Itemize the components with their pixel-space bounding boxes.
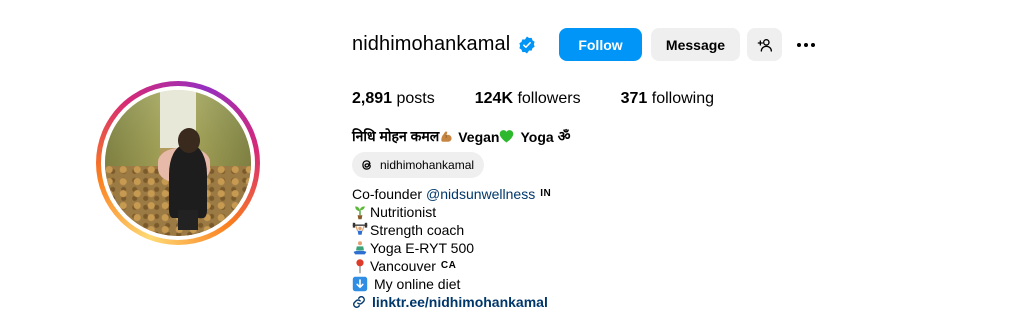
flag-canada: CA (440, 260, 457, 271)
avatar-person-head (178, 127, 200, 153)
full-name-yoga: Yoga (520, 128, 554, 145)
profile-header-row: nidhimohankamal (352, 28, 536, 61)
avatar-gap (101, 86, 255, 240)
more-options-icon (797, 42, 815, 47)
weightlifter-icon (352, 222, 368, 235)
bio-diet-line: My online diet (352, 275, 551, 293)
add-person-icon (757, 38, 772, 52)
flexed-biceps-icon (441, 131, 452, 142)
profile-stats: 2,891 posts 124K followers 371 following (352, 90, 754, 108)
person-in-lotus-icon (353, 241, 367, 255)
story-ring[interactable] (96, 81, 260, 245)
following-count: 371 (620, 90, 648, 107)
message-button[interactable]: Message (651, 28, 740, 61)
follow-button[interactable]: Follow (559, 28, 642, 61)
link-icon (353, 296, 365, 308)
more-options-button[interactable] (792, 28, 820, 61)
bio-nutritionist-line: Nutritionist (352, 203, 551, 221)
full-name-hindi: निधि मोहन कमल (352, 128, 440, 144)
threads-icon (362, 160, 371, 170)
suggested-users-button[interactable] (747, 28, 782, 61)
bio-cofounder-prefix: Co-founder (352, 186, 423, 202)
seedling-icon (355, 206, 365, 220)
avatar-person-legs (178, 209, 199, 231)
posts-label: posts (396, 90, 435, 107)
threads-handle: nidhimohankamal (380, 158, 475, 172)
username: nidhimohankamal (352, 33, 511, 55)
avatar-person-coat (169, 145, 208, 219)
bio-online-diet: My online diet (374, 276, 461, 292)
mention-link[interactable]: @nidsunwellness (426, 185, 535, 203)
bio-location: Vancouver (370, 258, 436, 274)
followers-count: 124K (474, 90, 513, 107)
bio-strength-coach: Strength coach (370, 222, 465, 238)
following-label: following (651, 90, 715, 107)
down-arrow-icon (352, 276, 368, 292)
full-name-vegan: Vegan (458, 128, 500, 145)
bio-location-line: Vancouver CA (352, 257, 551, 275)
bio-yoga: Yoga E-RYT 500 (370, 240, 475, 256)
posts-stat: 2,891 posts (352, 90, 435, 108)
external-link[interactable]: linktr.ee/nidhimohankamal (372, 293, 548, 311)
avatar[interactable] (105, 90, 251, 236)
bio-link-line[interactable]: linktr.ee/nidhimohankamal (352, 293, 551, 311)
posts-count: 2,891 (352, 90, 393, 107)
followers-stat[interactable]: 124K followers (475, 90, 581, 108)
bio-yoga-line: Yoga E-RYT 500 (352, 239, 551, 257)
full-name: निधि मोहन कमल Vegan Yoga ॐ (352, 127, 570, 146)
following-stat[interactable]: 371 following (621, 90, 714, 108)
bio-strength-line: Strength coach (352, 221, 551, 239)
round-pushpin-icon (356, 259, 364, 274)
flag-india: IN (540, 188, 552, 199)
om-symbol: ॐ (557, 128, 571, 144)
threads-badge[interactable]: nidhimohankamal (352, 152, 485, 178)
green-heart-icon (500, 130, 514, 143)
verified-badge-icon (519, 35, 535, 54)
followers-label: followers (517, 90, 581, 107)
bio-nutritionist: Nutritionist (370, 204, 437, 220)
bio-cofounder-line: Co-founder @nidsunwellness IN (352, 185, 551, 203)
avatar-trees-left (105, 90, 161, 171)
bio: Co-founder @nidsunwellness IN Nutritioni… (352, 185, 551, 311)
